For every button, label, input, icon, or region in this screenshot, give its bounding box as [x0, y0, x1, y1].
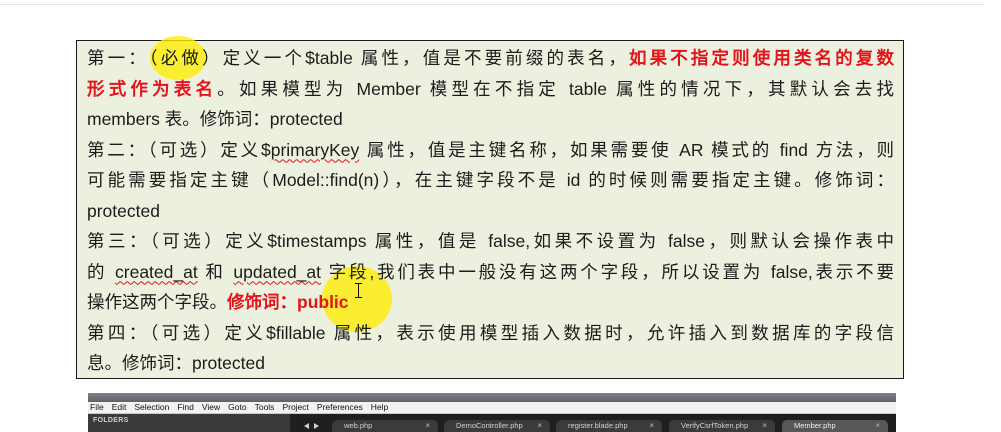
- tab-label: register.blade.php: [568, 421, 628, 430]
- emphasis-text: 如果不指定则使用类名的复数: [629, 48, 894, 68]
- menu-help[interactable]: Help: [371, 402, 388, 413]
- page-top-rule: [0, 4, 985, 5]
- menu-view[interactable]: View: [202, 402, 220, 413]
- note-line: 第一：（必做）定义一个$table 属性，值是不要前缀的表名，如果不指定则使用类…: [87, 43, 894, 74]
- spellcheck-flagged-word: created_at: [115, 261, 198, 282]
- menu-edit[interactable]: Edit: [112, 402, 127, 413]
- text-cursor-icon: [355, 283, 362, 298]
- menu-file[interactable]: File: [90, 402, 104, 413]
- note-text: 第二：（可选）定义$: [87, 139, 271, 160]
- note-text: 的: [87, 261, 116, 282]
- note-text: 必做: [160, 48, 203, 68]
- note-text: protected: [87, 200, 160, 221]
- menu-tools[interactable]: Tools: [255, 402, 275, 413]
- tab-scroll-left-icon[interactable]: [304, 423, 309, 429]
- note-line: protected: [87, 196, 894, 227]
- menu-goto[interactable]: Goto: [228, 402, 246, 413]
- note-line: 第四：（可选）定义$fillable 属性，表示使用模型插入数据时，允许插入到数…: [87, 318, 894, 349]
- note-line: 第三：（可选）定义$timestamps 属性，值是 false,如果不设置为 …: [87, 226, 894, 257]
- editor-window-screenshot: File Edit Selection Find View Goto Tools…: [88, 393, 896, 432]
- note-line: 可能需要指定主键（Model::find(n)），在主键字段不是 id 的时候则…: [87, 165, 894, 196]
- editor-menu-bar: File Edit Selection Find View Goto Tools…: [88, 402, 896, 414]
- note-text: 可能需要指定主键（Model::find(n)），在主键字段不是 id 的时候则…: [87, 170, 894, 190]
- close-icon[interactable]: ×: [537, 421, 542, 431]
- tab-register-blade-php[interactable]: register.blade.php ×: [556, 420, 662, 432]
- note-line: 形式作为表名。如果模型为 Member 模型在不指定 table 属性的情况下，…: [87, 74, 894, 105]
- spellcheck-flagged-word: primaryKey: [270, 139, 360, 160]
- note-line: 的 created_at 和 updated_at 字段,我们表中一般没有这两个…: [87, 257, 894, 288]
- sidebar-folders-header: FOLDERS: [93, 417, 129, 424]
- editor-sidebar: FOLDERS: [88, 414, 290, 432]
- emphasis-text: 形式作为表名: [87, 78, 218, 99]
- close-icon[interactable]: ×: [425, 421, 430, 431]
- note-text: 操作这两个字段。: [87, 292, 227, 312]
- note-line: 息。修饰词：protected: [87, 348, 894, 379]
- note-text: 和: [197, 261, 234, 282]
- emphasis-text: 修饰词：public: [227, 292, 349, 312]
- close-icon[interactable]: ×: [875, 421, 880, 431]
- note-text: ）定义一个$table 属性，值是不要前缀的表名，: [202, 48, 629, 68]
- menu-preferences[interactable]: Preferences: [317, 402, 363, 413]
- note-text: 属性，值是主键名称，如果需要使 AR 模式的 find 方法，则: [359, 139, 894, 160]
- tab-verifycsrftoken-php[interactable]: VerifyCsrfToken.php ×: [669, 420, 775, 432]
- note-text: 第一：（: [87, 48, 161, 68]
- tab-label: web.php: [344, 421, 373, 430]
- tab-label: DemoController.php: [456, 421, 523, 430]
- note-text: 第三：（可选）定义$timestamps 属性，值是 false,如果不设置为 …: [87, 231, 894, 251]
- tab-scroll-right-icon[interactable]: [314, 423, 319, 429]
- menu-project[interactable]: Project: [282, 402, 308, 413]
- tab-label: Member.php: [794, 421, 836, 430]
- property-notes-box: 第一：（必做）定义一个$table 属性，值是不要前缀的表名，如果不指定则使用类…: [76, 36, 904, 379]
- note-text: members 表。修饰词：protected: [87, 109, 343, 129]
- note-line: 第二：（可选）定义$primaryKey 属性，值是主键名称，如果需要使 AR …: [87, 135, 894, 166]
- note-text: 。如果模型为 Member 模型在不指定 table 属性的情况下，其默认会去找: [217, 78, 894, 99]
- note-text: 字段,我们表中一般没有这两个字段，所以设置为 false,表示不要: [321, 261, 894, 282]
- menu-find[interactable]: Find: [177, 402, 194, 413]
- tab-democontroller-php[interactable]: DemoController.php ×: [444, 420, 550, 432]
- note-line: 操作这两个字段。修饰词：public: [87, 287, 894, 318]
- note-text: 第四：（可选）定义$fillable 属性，表示使用模型插入数据时，允许插入到数…: [87, 322, 894, 343]
- tab-web-php[interactable]: web.php ×: [332, 420, 438, 432]
- editor-tab-bar: web.php × DemoController.php × register.…: [290, 414, 896, 432]
- note-line: members 表。修饰词：protected: [87, 104, 894, 135]
- editor-title-bar: [88, 393, 896, 402]
- spellcheck-flagged-word: updated_at: [233, 261, 322, 282]
- close-icon[interactable]: ×: [762, 421, 767, 431]
- tab-member-php[interactable]: Member.php ×: [782, 420, 888, 432]
- note-text: 息。修饰词：protected: [87, 353, 265, 373]
- menu-selection[interactable]: Selection: [134, 402, 169, 413]
- close-icon[interactable]: ×: [649, 421, 654, 431]
- tab-label: VerifyCsrfToken.php: [681, 421, 749, 430]
